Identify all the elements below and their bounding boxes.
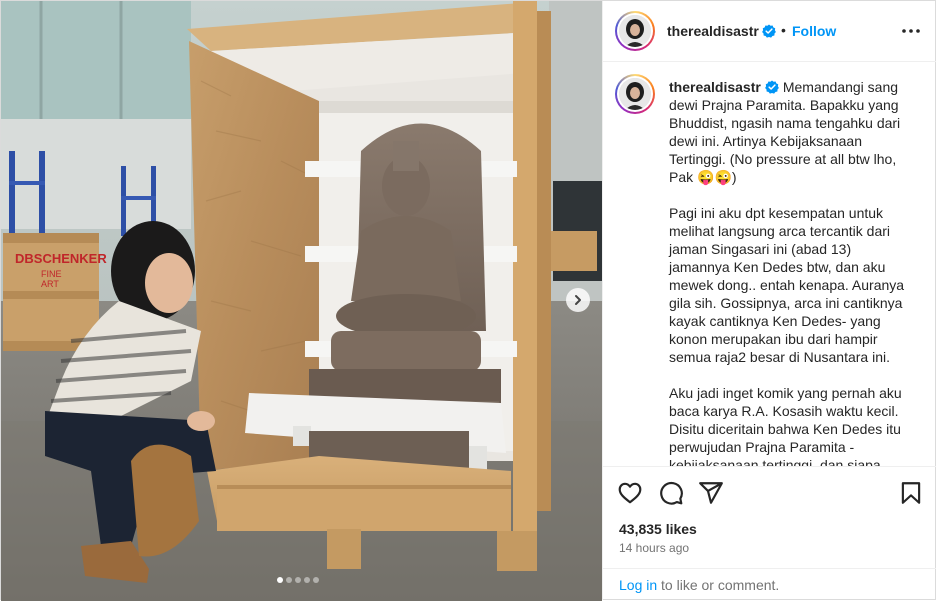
instagram-post: DBSCHENKER FINE ART therealdisastr • Fol… xyxy=(0,0,936,601)
more-options-icon[interactable] xyxy=(899,21,923,41)
likes-count[interactable]: 43,835 likes xyxy=(619,521,697,537)
username[interactable]: therealdisastr xyxy=(667,23,759,39)
post-timestamp[interactable]: 14 hours ago xyxy=(619,541,689,555)
carousel-indicator xyxy=(277,577,319,583)
avatar[interactable] xyxy=(615,11,655,51)
chevron-right-icon xyxy=(575,295,581,305)
caption-text: therealdisastr Memandangi sang dewi Praj… xyxy=(669,78,915,466)
post-header: therealdisastr • Follow xyxy=(603,1,936,62)
next-slide-button[interactable] xyxy=(566,288,590,312)
caption-avatar[interactable] xyxy=(615,74,655,114)
post-photo: DBSCHENKER FINE ART xyxy=(1,1,602,601)
heart-icon[interactable] xyxy=(617,480,643,506)
comment-icon[interactable] xyxy=(658,480,684,506)
caption-paragraph-2: Pagi ini aku dpt kesempatan untuk meliha… xyxy=(669,205,905,365)
caption-paragraph: therealdisastr Memandangi sang dewi Praj… xyxy=(669,78,915,186)
bookmark-icon[interactable] xyxy=(898,480,924,506)
crate-sign-text-2: FINE xyxy=(41,269,62,279)
carousel-dot xyxy=(313,577,319,583)
avatar-image xyxy=(619,78,651,110)
caption-section: therealdisastr Memandangi sang dewi Praj… xyxy=(603,62,936,466)
caption-paragraph-3: Aku jadi inget komik yang pernah aku bac… xyxy=(669,385,902,466)
login-link[interactable]: Log in xyxy=(619,577,657,593)
caption-username[interactable]: therealdisastr xyxy=(669,79,761,95)
separator-dot: • xyxy=(781,22,786,38)
verified-badge-icon xyxy=(762,24,776,38)
login-prompt: Log in to like or comment. xyxy=(603,568,936,600)
carousel-dot xyxy=(295,577,301,583)
post-sidebar: therealdisastr • Follow therealdisastr M… xyxy=(602,1,936,600)
carousel-dot xyxy=(277,577,283,583)
avatar-image xyxy=(619,15,651,47)
login-prompt-text: to like or comment. xyxy=(657,577,780,593)
carousel-dot xyxy=(286,577,292,583)
verified-badge-icon xyxy=(764,80,779,94)
share-icon[interactable] xyxy=(698,480,724,506)
crate-sign-text-1: DBSCHENKER xyxy=(15,251,107,266)
crate-sign-text-3: ART xyxy=(41,279,59,289)
post-media[interactable]: DBSCHENKER FINE ART xyxy=(1,1,602,601)
action-bar: 43,835 likes 14 hours ago xyxy=(603,466,936,568)
carousel-dot xyxy=(304,577,310,583)
follow-button[interactable]: Follow xyxy=(792,23,836,39)
